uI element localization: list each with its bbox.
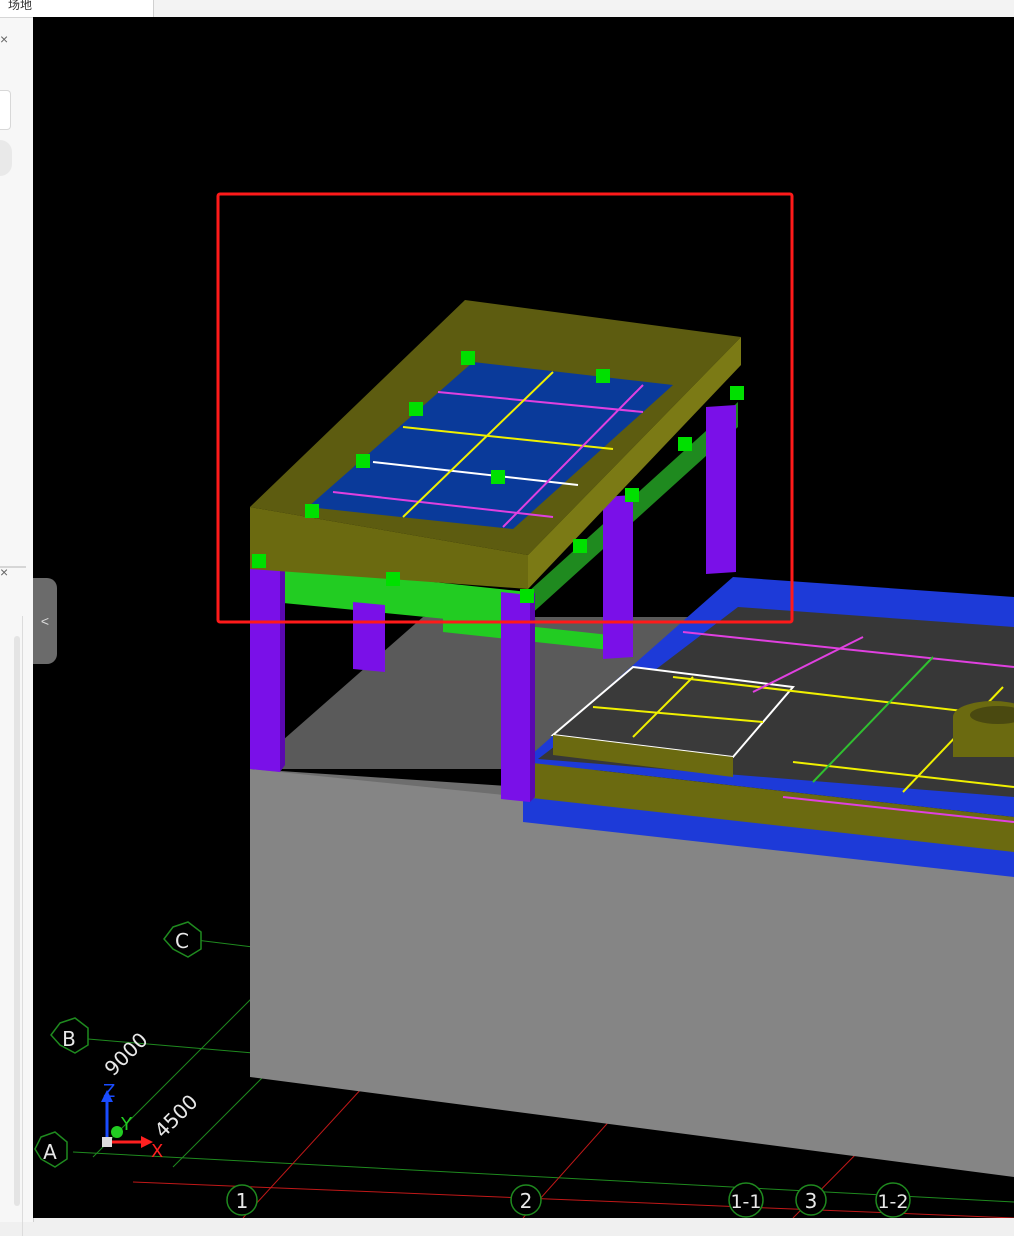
upper-slab[interactable] (250, 300, 741, 589)
grid-label-row: B (62, 1027, 76, 1051)
scrollbar[interactable] (14, 636, 20, 1206)
grid-label-col: 1-1 (730, 1191, 761, 1213)
axis-y-label: Y (120, 1114, 133, 1135)
close-icon[interactable]: × (0, 565, 12, 579)
grid-bubble-row-b[interactable]: B (50, 1017, 89, 1054)
grid-label-col: 2 (520, 1189, 533, 1213)
model-canvas[interactable]: C B A 1 2 1-1 3 1-2 9000 4500 Z Y X (33, 17, 1014, 1218)
grid-bubble-col-2[interactable]: 2 (510, 1184, 542, 1216)
panel-toggle[interactable] (0, 140, 12, 176)
3d-viewport[interactable]: C B A 1 2 1-1 3 1-2 9000 4500 Z Y X (33, 17, 1014, 1218)
panel-dropdown[interactable] (0, 90, 11, 130)
grid-bubble-col-1-1[interactable]: 1-1 (728, 1182, 764, 1218)
axis-z-label: Z (103, 1081, 115, 1102)
grid-label-row: C (175, 929, 189, 953)
grid-label-col: 1 (236, 1189, 249, 1213)
left-panel: × × (0, 18, 34, 1236)
grid-bubble-row-c[interactable]: C (163, 921, 202, 958)
grid-label-row: A (43, 1140, 57, 1164)
tab-site[interactable]: 场地 (0, 0, 154, 17)
axis-x-label: X (151, 1141, 163, 1162)
grid-bubble-col-3[interactable]: 3 (795, 1184, 827, 1216)
dimension-label: 4500 (150, 1090, 203, 1143)
tab-bar: 场地 (0, 0, 1014, 18)
dimension-label: 9000 (100, 1028, 153, 1081)
close-icon[interactable]: × (0, 32, 12, 46)
grid-label-col: 3 (805, 1189, 818, 1213)
grid-bubble-col-1-2[interactable]: 1-2 (875, 1182, 911, 1218)
grid-bubble-row-a[interactable]: A (34, 1131, 68, 1168)
grid-label-col: 1-2 (877, 1191, 908, 1213)
grid-bubble-col-1[interactable]: 1 (226, 1184, 258, 1216)
collapse-panel-button[interactable]: < (33, 578, 57, 664)
